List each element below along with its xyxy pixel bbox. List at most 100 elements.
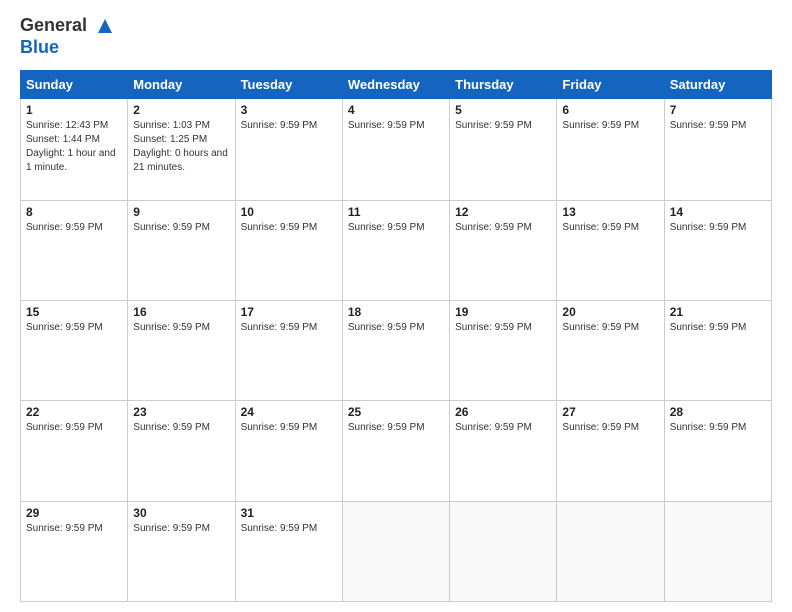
header: General Blue xyxy=(20,15,772,58)
week-row-2: 8 Sunrise: 9:59 PM 9 Sunrise: 9:59 PM 10 Sunr… xyxy=(21,200,772,300)
day-info: Sunrise: 9:59 PM xyxy=(241,421,337,435)
day-info: Sunrise: 12:43 PM Sunset: 1:44 PM Daylig… xyxy=(26,119,122,175)
day-number: 26 xyxy=(455,405,551,419)
logo-text: General Blue xyxy=(20,15,116,58)
weekday-header-thursday: Thursday xyxy=(450,71,557,99)
calendar-cell: 31 Sunrise: 9:59 PM xyxy=(235,501,342,601)
calendar-cell: 20 Sunrise: 9:59 PM xyxy=(557,300,664,400)
calendar-cell: 28 Sunrise: 9:59 PM xyxy=(664,401,771,501)
day-number: 29 xyxy=(26,506,122,520)
calendar-body: 1 Sunrise: 12:43 PM Sunset: 1:44 PM Dayli… xyxy=(21,99,772,602)
day-info: Sunrise: 9:59 PM xyxy=(455,221,551,235)
week-row-1: 1 Sunrise: 12:43 PM Sunset: 1:44 PM Dayli… xyxy=(21,99,772,201)
calendar-cell: 11 Sunrise: 9:59 PM xyxy=(342,200,449,300)
day-info: Sunrise: 9:59 PM xyxy=(241,522,337,536)
weekday-header-sunday: Sunday xyxy=(21,71,128,99)
day-number: 19 xyxy=(455,305,551,319)
day-info: Sunrise: 9:59 PM xyxy=(133,421,229,435)
day-number: 9 xyxy=(133,205,229,219)
day-number: 27 xyxy=(562,405,658,419)
calendar-cell: 17 Sunrise: 9:59 PM xyxy=(235,300,342,400)
calendar-cell: 9 Sunrise: 9:59 PM xyxy=(128,200,235,300)
day-info: Sunrise: 9:59 PM xyxy=(562,119,658,133)
day-number: 15 xyxy=(26,305,122,319)
day-number: 24 xyxy=(241,405,337,419)
day-number: 8 xyxy=(26,205,122,219)
calendar-cell xyxy=(342,501,449,601)
day-number: 2 xyxy=(133,103,229,117)
page: General Blue SundayMondayTuesdayWednesda… xyxy=(0,0,792,612)
day-info: Sunrise: 9:59 PM xyxy=(26,522,122,536)
day-info: Sunrise: 9:59 PM xyxy=(455,321,551,335)
weekday-header-wednesday: Wednesday xyxy=(342,71,449,99)
day-info: Sunrise: 9:59 PM xyxy=(26,221,122,235)
calendar-cell: 7 Sunrise: 9:59 PM xyxy=(664,99,771,201)
calendar-cell: 19 Sunrise: 9:59 PM xyxy=(450,300,557,400)
weekday-header-saturday: Saturday xyxy=(664,71,771,99)
calendar-cell: 21 Sunrise: 9:59 PM xyxy=(664,300,771,400)
logo-general: General xyxy=(20,15,87,35)
day-number: 3 xyxy=(241,103,337,117)
day-info: Sunrise: 9:59 PM xyxy=(26,421,122,435)
day-number: 7 xyxy=(670,103,766,117)
calendar-cell: 1 Sunrise: 12:43 PM Sunset: 1:44 PM Dayli… xyxy=(21,99,128,201)
day-number: 10 xyxy=(241,205,337,219)
calendar: SundayMondayTuesdayWednesdayThursdayFrid… xyxy=(20,70,772,602)
day-number: 17 xyxy=(241,305,337,319)
calendar-cell xyxy=(664,501,771,601)
day-number: 6 xyxy=(562,103,658,117)
day-number: 12 xyxy=(455,205,551,219)
day-info: Sunrise: 9:59 PM xyxy=(241,221,337,235)
day-info: Sunrise: 9:59 PM xyxy=(562,321,658,335)
calendar-cell: 16 Sunrise: 9:59 PM xyxy=(128,300,235,400)
day-info: Sunrise: 9:59 PM xyxy=(562,421,658,435)
day-number: 16 xyxy=(133,305,229,319)
weekday-header-monday: Monday xyxy=(128,71,235,99)
day-number: 22 xyxy=(26,405,122,419)
day-info: Sunrise: 1:03 PM Sunset: 1:25 PM Dayligh… xyxy=(133,119,229,175)
calendar-cell: 8 Sunrise: 9:59 PM xyxy=(21,200,128,300)
day-info: Sunrise: 9:59 PM xyxy=(670,321,766,335)
day-number: 14 xyxy=(670,205,766,219)
calendar-cell: 24 Sunrise: 9:59 PM xyxy=(235,401,342,501)
calendar-cell xyxy=(450,501,557,601)
day-info: Sunrise: 9:59 PM xyxy=(670,119,766,133)
day-number: 31 xyxy=(241,506,337,520)
weekday-header-tuesday: Tuesday xyxy=(235,71,342,99)
calendar-cell: 23 Sunrise: 9:59 PM xyxy=(128,401,235,501)
logo: General Blue xyxy=(20,15,116,58)
day-info: Sunrise: 9:59 PM xyxy=(348,321,444,335)
calendar-cell: 3 Sunrise: 9:59 PM xyxy=(235,99,342,201)
day-number: 23 xyxy=(133,405,229,419)
week-row-3: 15 Sunrise: 9:59 PM 16 Sunrise: 9:59 PM 17 Su… xyxy=(21,300,772,400)
day-info: Sunrise: 9:59 PM xyxy=(26,321,122,335)
calendar-cell: 27 Sunrise: 9:59 PM xyxy=(557,401,664,501)
week-row-4: 22 Sunrise: 9:59 PM 23 Sunrise: 9:59 PM 24 Su… xyxy=(21,401,772,501)
day-number: 28 xyxy=(670,405,766,419)
day-info: Sunrise: 9:59 PM xyxy=(348,221,444,235)
calendar-cell: 5Sunrise: 9:59 PM xyxy=(450,99,557,201)
day-info: Sunrise: 9:59 PM xyxy=(348,421,444,435)
day-number: 21 xyxy=(670,305,766,319)
calendar-cell: 12 Sunrise: 9:59 PM xyxy=(450,200,557,300)
day-number: 13 xyxy=(562,205,658,219)
day-number: 5 xyxy=(455,103,551,117)
calendar-cell: 22 Sunrise: 9:59 PM xyxy=(21,401,128,501)
day-info: Sunrise: 9:59 PM xyxy=(670,421,766,435)
day-info: Sunrise: 9:59 PM xyxy=(133,321,229,335)
day-number: 25 xyxy=(348,405,444,419)
logo-blue: Blue xyxy=(20,37,116,58)
day-number: 20 xyxy=(562,305,658,319)
day-info: Sunrise: 9:59 PM xyxy=(133,221,229,235)
day-number: 11 xyxy=(348,205,444,219)
day-number: 30 xyxy=(133,506,229,520)
day-number: 1 xyxy=(26,103,122,117)
day-info: Sunrise: 9:59 PM xyxy=(455,421,551,435)
calendar-cell xyxy=(557,501,664,601)
calendar-cell: 30Sunrise: 9:59 PM xyxy=(128,501,235,601)
week-row-5: 29 Sunrise: 9:59 PM 30Sunrise: 9:59 PM 31 Su… xyxy=(21,501,772,601)
calendar-cell: 10 Sunrise: 9:59 PM xyxy=(235,200,342,300)
day-number: 4 xyxy=(348,103,444,117)
day-info: Sunrise: 9:59 PM xyxy=(241,321,337,335)
day-info: Sunrise: 9:59 PM xyxy=(241,119,337,133)
